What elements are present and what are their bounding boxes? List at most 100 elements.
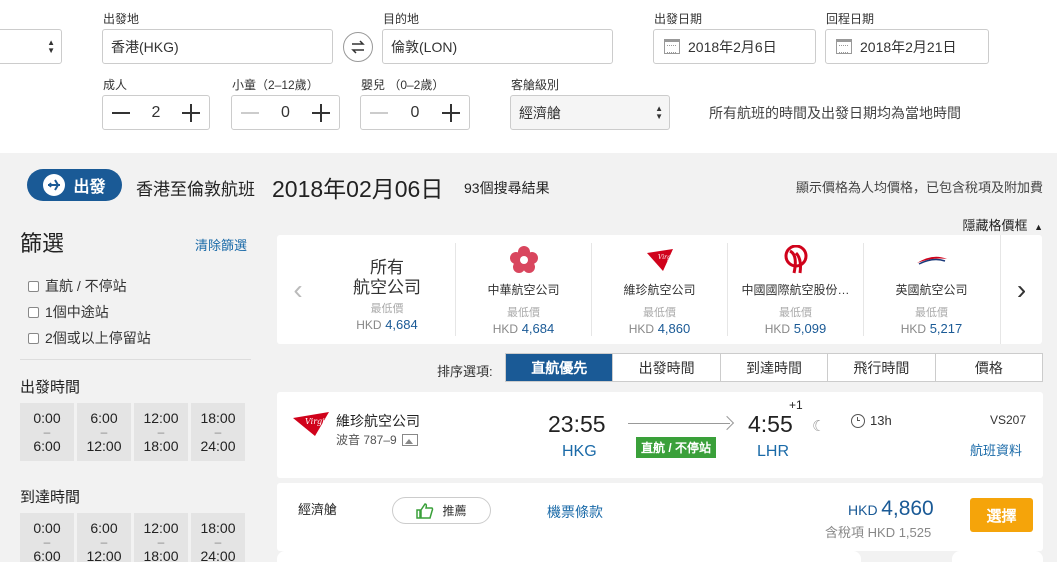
trip-type-select[interactable]: ▲ ▼: [0, 29, 62, 64]
children-plus-button[interactable]: [311, 103, 331, 123]
recommend-button[interactable]: 推薦: [392, 497, 491, 524]
depart-slot-3[interactable]: 18:00–24:00: [191, 403, 245, 461]
slot-from: 0:00: [33, 520, 61, 536]
airline-col-china-airlines[interactable]: 中華航空公司 最低價 HKD 4,684: [455, 243, 591, 336]
swap-icon: [351, 40, 365, 54]
departure-badge: 出發: [27, 169, 122, 201]
airline-col-all[interactable]: 所有 航空公司 最低價 HKD 4,684: [319, 243, 455, 336]
grid-prev-button[interactable]: ‹: [277, 235, 319, 344]
duration-value: 13h: [870, 413, 892, 428]
clear-filters-link[interactable]: 清除篩選: [195, 235, 247, 254]
adults-minus-button[interactable]: [111, 103, 131, 123]
airline-price: HKD 5,099: [728, 321, 863, 336]
sort-tab-depart[interactable]: 出發時間: [612, 354, 719, 381]
arrive-slot-2[interactable]: 12:00–18:00: [134, 513, 188, 562]
sort-bar: 直航優先 出發時間 到達時間 飛行時間 價格: [505, 353, 1043, 382]
moon-icon: ☾: [812, 418, 826, 435]
airline-price: HKD 4,860: [592, 321, 727, 336]
depart-date-input[interactable]: 2018年2月6日: [653, 29, 816, 64]
image-icon[interactable]: [401, 433, 418, 446]
slot-sep: –: [214, 535, 222, 549]
air-china-logo-icon: [728, 243, 863, 277]
origin-label: 出發地: [103, 12, 140, 26]
plane-icon: [43, 174, 66, 196]
adults-value: 2: [151, 103, 161, 121]
select-fare-button[interactable]: 選擇: [970, 498, 1033, 532]
fare-terms-link[interactable]: 機票條款: [547, 502, 603, 522]
return-date-input[interactable]: 2018年2月21日: [825, 29, 989, 64]
day-offset: +1: [789, 398, 803, 412]
recommend-label: 推薦: [442, 504, 467, 518]
infants-stepper[interactable]: 0: [360, 95, 470, 130]
destination-value: 倫敦(LON): [391, 38, 458, 55]
filter-nonstop[interactable]: 直航 / 不停站: [28, 276, 127, 296]
slot-sep: –: [157, 425, 165, 439]
swap-button[interactable]: [343, 32, 373, 62]
airline-name: 維珍航空公司: [623, 283, 696, 297]
filter-one-stop[interactable]: 1個中途站: [28, 302, 109, 322]
all-airlines-line1: 所有: [370, 258, 404, 277]
depart-slot-2[interactable]: 12:00–18:00: [134, 403, 188, 461]
checkbox[interactable]: [28, 280, 39, 292]
slot-to: 6:00: [33, 548, 61, 562]
filter-multi-stop[interactable]: 2個或以上停留站: [28, 328, 151, 348]
airline-price: HKD 4,684: [319, 317, 455, 332]
airline-name: 中國國際航空股份…: [741, 283, 850, 297]
filter-multi-stop-label: 2個或以上停留站: [45, 330, 151, 346]
price-value: 4,860: [657, 321, 691, 336]
arrive-slot-3[interactable]: 18:00–24:00: [191, 513, 245, 562]
price-value: 4,684: [521, 321, 555, 336]
hide-grid-toggle[interactable]: 隱藏格價框 ▲: [962, 215, 1043, 234]
route-title: 香港至倫敦航班: [136, 180, 255, 199]
slot-sep: –: [100, 425, 108, 439]
aircraft-type: 波音 787–9: [336, 433, 397, 447]
destination-input[interactable]: 倫敦(LON): [382, 29, 613, 64]
adults-plus-button[interactable]: [181, 103, 201, 123]
flight-details-link[interactable]: 航班資料: [970, 440, 1022, 459]
airline-col-air-china[interactable]: 中國國際航空股份… 最低價 HKD 5,099: [727, 243, 863, 336]
cabin-select[interactable]: 經濟艙 ▲ ▼: [510, 95, 670, 130]
checkbox[interactable]: [28, 306, 39, 318]
sort-tab-arrive[interactable]: 到達時間: [719, 354, 827, 381]
infants-plus-button[interactable]: [441, 103, 461, 123]
thumbs-up-icon: [416, 502, 434, 519]
airline-price-grid: ‹ 所有 航空公司 最低價 HKD 4,684 中華航空公司 最低價 HKD 4…: [277, 235, 1042, 344]
depart-airport[interactable]: HKG: [562, 443, 597, 461]
select-arrows-icon: ▲ ▼: [47, 38, 55, 55]
adults-stepper[interactable]: 2: [102, 95, 210, 130]
fare-cabin: 經濟艙: [298, 502, 338, 517]
sort-tab-price[interactable]: 價格: [934, 354, 1042, 381]
children-minus-button[interactable]: [240, 103, 260, 123]
adults-label: 成人: [103, 78, 128, 92]
origin-value: 香港(HKG): [111, 38, 179, 55]
depart-date-value: 2018年2月6日: [688, 38, 777, 55]
arrive-slot-0[interactable]: 0:00–6:00: [20, 513, 74, 562]
slot-to: 24:00: [200, 438, 236, 454]
aircraft-info: 波音 787–9: [336, 431, 418, 448]
checkbox[interactable]: [28, 332, 39, 344]
children-stepper[interactable]: 0: [231, 95, 340, 130]
airline-col-virgin[interactable]: Virgin 維珍航空公司 最低價 HKD 4,860: [591, 243, 727, 336]
arrive-airport[interactable]: LHR: [757, 443, 789, 461]
infants-minus-button[interactable]: [369, 103, 389, 123]
origin-input[interactable]: 香港(HKG): [102, 29, 333, 64]
british-airways-logo-icon: [864, 243, 999, 277]
airline-price: HKD 4,684: [456, 321, 591, 336]
airline-col-british-airways[interactable]: 英國航空公司 最低價 HKD 5,217: [863, 243, 999, 336]
results-count: 93個搜尋結果: [464, 180, 550, 196]
cabin-value: 經濟艙: [519, 104, 561, 121]
divider: [20, 359, 251, 360]
slot-sep: –: [214, 425, 222, 439]
sort-tab-duration[interactable]: 飛行時間: [827, 354, 934, 381]
filter-title: 篩選: [20, 231, 65, 256]
arrive-time-title: 到達時間: [20, 489, 81, 506]
search-panel: ▲ ▼ 出發地 香港(HKG) 目的地 倫敦(LON) 出發日期 2018年2月6…: [0, 0, 1057, 153]
arrive-slot-1[interactable]: 6:00–12:00: [77, 513, 131, 562]
depart-slot-1[interactable]: 6:00–12:00: [77, 403, 131, 461]
svg-text:Virgin: Virgin: [658, 254, 675, 261]
grid-next-button[interactable]: ›: [1000, 235, 1042, 344]
depart-slot-0[interactable]: 0:00–6:00: [20, 403, 74, 461]
price-note: 顯示價格為人均價格，已包含稅項及附加費: [795, 180, 1043, 195]
hide-grid-label: 隱藏格價框: [962, 218, 1028, 233]
sort-tab-nonstop[interactable]: 直航優先: [506, 354, 613, 381]
